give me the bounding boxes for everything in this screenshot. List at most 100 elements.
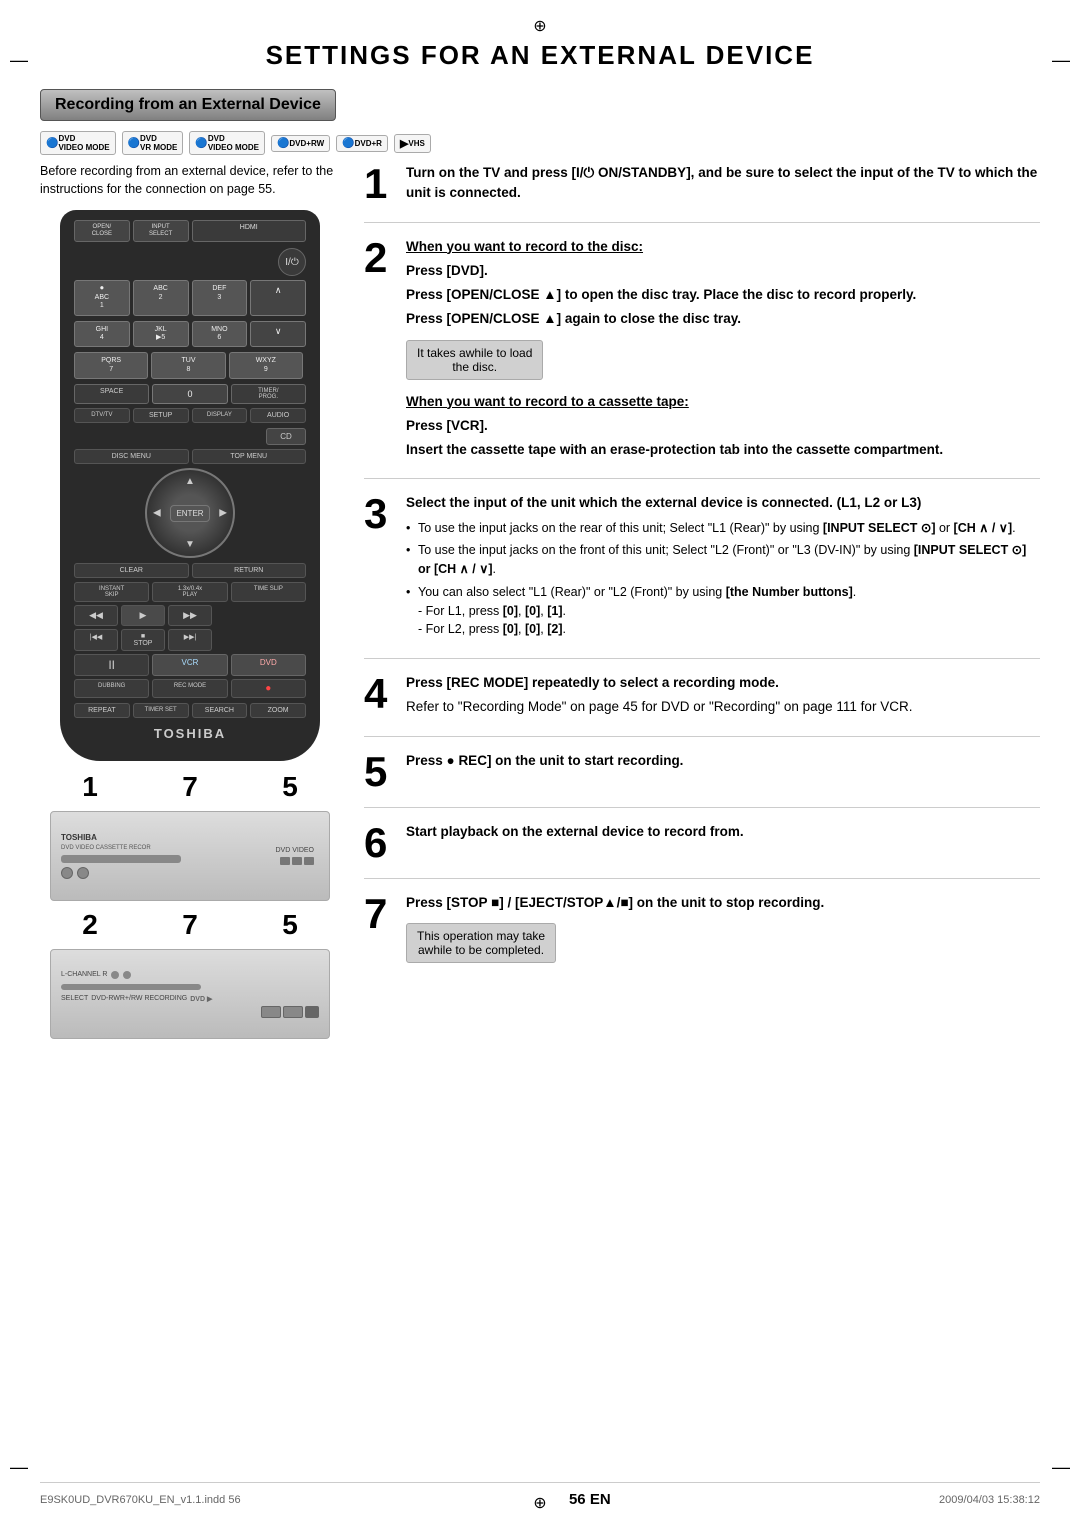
step-7-content: Press [STOP ■] / [EJECT/STOP▲/■] on the … xyxy=(406,893,1040,963)
btn-2: ABC2 xyxy=(133,280,189,315)
btn-9: WXYZ9 xyxy=(229,352,303,379)
display-btn: DISPLAY xyxy=(192,408,248,423)
reg-mark-right-top: — xyxy=(1052,50,1070,71)
step-3-bullets: To use the input jacks on the rear of th… xyxy=(406,519,1040,640)
format-icon-dvd-video: 🔵 DVDVIDEO MODE xyxy=(40,131,116,155)
stop-btn: ■STOP xyxy=(121,629,165,651)
disc-menu-btn: DISC MENU xyxy=(74,449,189,464)
step-5-text: Press ● REC] on the unit to start record… xyxy=(406,753,683,768)
return-btn: RETURN xyxy=(192,563,307,578)
step-6-text: Start playback on the external device to… xyxy=(406,824,744,839)
play-speed-btn: 1.3x/0.4xPLAY xyxy=(152,582,227,602)
format-icon-dvd-video2: 🔵 DVDVIDEO MODE xyxy=(189,131,265,155)
footer-file: E9SK0UD_DVR670KU_EN_v1.1.indd 56 xyxy=(40,1494,241,1506)
step-3-bullet-3: You can also select "L1 (Rear)" or "L2 (… xyxy=(406,583,1040,639)
step-6-content: Start playback on the external device to… xyxy=(406,822,1040,864)
fwd-btn: ▶▶ xyxy=(168,605,212,626)
step-5-num: 5 xyxy=(364,751,394,793)
enter-btn: ENTER xyxy=(170,505,209,522)
bottom-device-image: L-CHANNEL R SELECT DVD-RWR+/RW RECORDING… xyxy=(50,949,330,1039)
reg-mark-left-top: — xyxy=(10,50,28,71)
setup-btn: SETUP xyxy=(133,408,189,423)
step-4: 4 Press [REC MODE] repeatedly to select … xyxy=(364,673,1040,737)
remote-control: OPEN/CLOSE INPUTSELECT HDMI I/⏻ ⏺ABC1 AB… xyxy=(60,210,320,761)
step-3-title: Select the input of the unit which the e… xyxy=(406,495,921,510)
dtv-tv-btn: DTV/TV xyxy=(74,408,130,423)
callout-7b: 7 xyxy=(182,909,198,941)
repeat-btn: REPEAT xyxy=(74,703,130,718)
step-5-content: Press ● REC] on the unit to start record… xyxy=(406,751,1040,793)
step-4-title: Press [REC MODE] repeatedly to select a … xyxy=(406,675,779,690)
format-icons: 🔵 DVDVIDEO MODE 🔵 DVDVR MODE 🔵 DVDVIDEO … xyxy=(40,131,1040,155)
reg-mark-right-bottom: — xyxy=(1052,1457,1070,1478)
step-2: 2 When you want to record to the disc: P… xyxy=(364,237,1040,480)
btn-3: DEF3 xyxy=(192,280,248,315)
step-2-disc-title: When you want to record to the disc: xyxy=(406,239,643,254)
time-slip-btn: TIME SLIP xyxy=(231,582,306,602)
instant-skip-btn: INSTANTSKIP xyxy=(74,582,149,602)
intro-text: Before recording from an external device… xyxy=(40,163,340,198)
step-4-desc: Refer to "Recording Mode" on page 45 for… xyxy=(406,697,1040,717)
nav-down-arrow: ▼ xyxy=(185,539,195,550)
reg-mark-left-bottom: — xyxy=(10,1457,28,1478)
step-5: 5 Press ● REC] on the unit to start reco… xyxy=(364,751,1040,808)
step-2-open-close: Press [OPEN/CLOSE ▲] to open the disc tr… xyxy=(406,285,1040,305)
right-column: 1 Turn on the TV and press [I/⏻ ON/STAND… xyxy=(364,163,1040,1047)
format-icon-dvd-rw: 🔵 DVD+RW xyxy=(271,135,330,152)
btn-7: PQRS7 xyxy=(74,352,148,379)
remote-brand: TOSHIBA xyxy=(74,726,306,741)
btn-1: ⏺ABC1 xyxy=(74,280,130,315)
step-6: 6 Start playback on the external device … xyxy=(364,822,1040,879)
callout-2: 2 xyxy=(82,909,98,941)
open-close-btn: OPEN/CLOSE xyxy=(74,220,130,242)
btn-6: MNO6 xyxy=(192,321,248,348)
step-2-cassette-title: When you want to record to a cassette ta… xyxy=(406,394,689,409)
cd-btn: CD xyxy=(266,428,306,445)
step-2-press-dvd: Press [DVD]. xyxy=(406,263,488,278)
step-2-content: When you want to record to the disc: Pre… xyxy=(406,237,1040,465)
vcr-btn: VCR xyxy=(152,654,227,676)
rec-mode-btn: REC MODE xyxy=(152,679,227,698)
footer-timestamp: 2009/04/03 15:38:12 xyxy=(939,1494,1040,1506)
step-1: 1 Turn on the TV and press [I/⏻ ON/STAND… xyxy=(364,163,1040,223)
reg-mark-top xyxy=(530,15,550,36)
callout-1: 1 xyxy=(82,771,98,803)
step-4-num: 4 xyxy=(364,673,394,722)
btn-4: GHI4 xyxy=(74,321,130,348)
page-number: 56 EN xyxy=(569,1491,611,1508)
callout-5: 5 xyxy=(282,771,298,803)
top-device-image: TOSHIBA DVD VIDEO CASSETTE RECOR DVD VID… xyxy=(50,811,330,901)
reg-mark-bottom xyxy=(530,1492,550,1513)
nav-left-arrow: ◀ xyxy=(153,508,161,519)
clear-btn: CLEAR xyxy=(74,563,189,578)
nav-up-arrow: ▲ xyxy=(185,476,195,487)
page-title: SETTINGS FOR AN EXTERNAL DEVICE xyxy=(40,40,1040,71)
step-7-num: 7 xyxy=(364,893,394,963)
step-2-num: 2 xyxy=(364,237,394,465)
hdmi-btn: HDMI xyxy=(192,220,307,242)
skip-fwd-btn: ▶▶| xyxy=(168,629,212,651)
step-4-content: Press [REC MODE] repeatedly to select a … xyxy=(406,673,1040,722)
step-1-text: Turn on the TV and press [I/⏻ ON/STANDBY… xyxy=(406,165,1037,200)
step-3-bullet-2: To use the input jacks on the front of t… xyxy=(406,541,1040,579)
input-select-btn: INPUTSELECT xyxy=(133,220,189,242)
dubbing-btn: DUBBING xyxy=(74,679,149,698)
section-header: Recording from an External Device xyxy=(40,89,336,121)
left-column: Before recording from an external device… xyxy=(40,163,340,1047)
rec-btn: ● xyxy=(231,679,306,698)
search-btn: SEARCH xyxy=(192,703,248,718)
callout-nums-2: 2 7 5 xyxy=(40,909,340,941)
step-2-note: It takes awhile to loadthe disc. xyxy=(406,340,543,380)
step-2-cassette-insert: Insert the cassette tape with an erase-p… xyxy=(406,440,1040,460)
skip-back-btn: |◀◀ xyxy=(74,629,118,651)
step-7-note: This operation may takeawhile to be comp… xyxy=(406,923,556,963)
callout-5b: 5 xyxy=(282,909,298,941)
audio-btn: AUDIO xyxy=(250,408,306,423)
step-3-content: Select the input of the unit which the e… xyxy=(406,493,1040,644)
step-6-num: 6 xyxy=(364,822,394,864)
rev-btn: ◀◀ xyxy=(74,605,118,626)
step-2-close-tray: Press [OPEN/CLOSE ▲] again to close the … xyxy=(406,309,1040,329)
zoom-btn: ZOOM xyxy=(250,703,306,718)
step-7: 7 Press [STOP ■] / [EJECT/STOP▲/■] on th… xyxy=(364,893,1040,977)
timer-prog-btn: TIMER/PROG. xyxy=(231,384,306,404)
